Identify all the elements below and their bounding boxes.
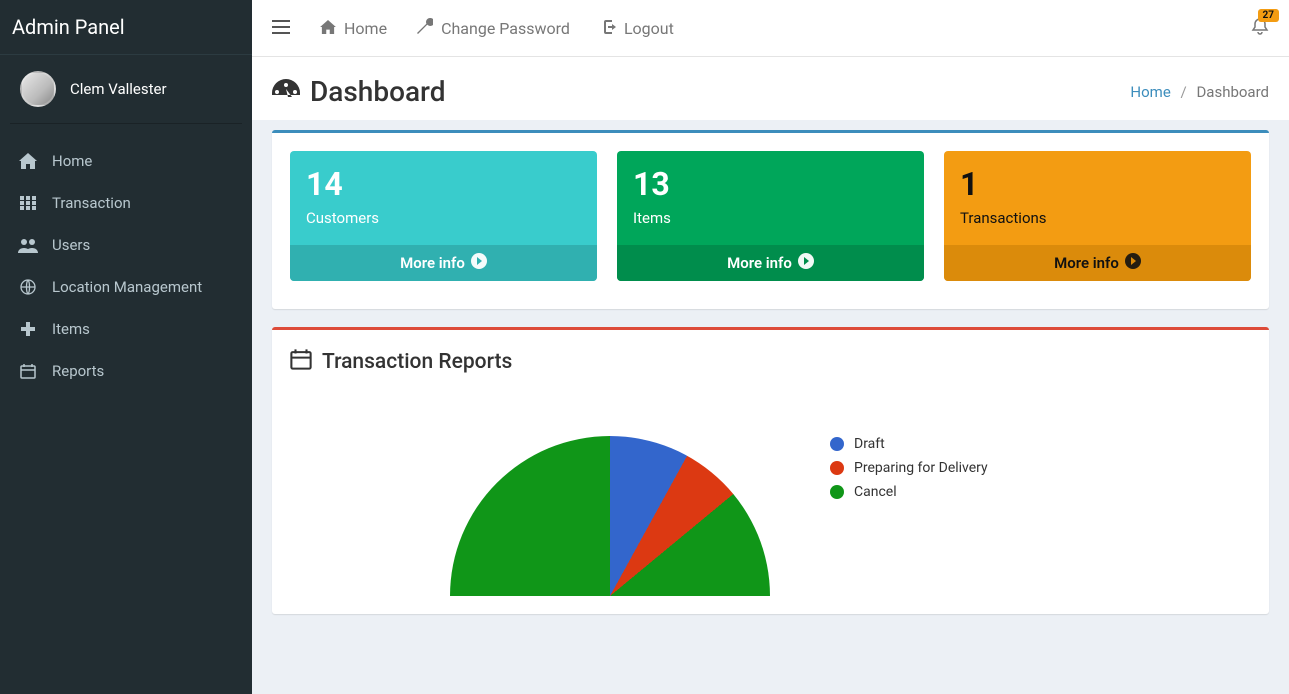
more-info-label: More info	[400, 254, 465, 272]
reports-panel: Transaction Reports Draft Preparing for D…	[272, 327, 1269, 614]
info-box-label: Items	[633, 209, 908, 227]
sidebar-item-label: Home	[52, 152, 92, 170]
grid-icon	[18, 196, 38, 210]
legend-item[interactable]: Cancel	[830, 484, 988, 500]
wrench-icon	[417, 18, 433, 38]
top-link-label: Home	[344, 19, 387, 38]
users-icon	[18, 237, 38, 253]
arrow-circle-right-icon	[471, 253, 487, 273]
more-info-link[interactable]: More info	[944, 245, 1251, 281]
brand-title: Admin Panel	[0, 0, 252, 55]
pie-chart	[450, 436, 770, 596]
globe-icon	[18, 279, 38, 295]
info-box-transactions: 1 Transactions More info	[944, 151, 1251, 281]
legend-color-dot	[830, 461, 844, 475]
user-name: Clem Vallester	[70, 80, 167, 98]
info-box-label: Transactions	[960, 209, 1235, 227]
info-box-row: 14 Customers More info 13 Items	[290, 151, 1251, 281]
sidebar-item-label: Items	[52, 320, 90, 338]
content: 14 Customers More info 13 Items	[252, 120, 1289, 652]
more-info-link[interactable]: More info	[617, 245, 924, 281]
info-box-value: 1	[960, 165, 1235, 203]
stats-panel: 14 Customers More info 13 Items	[272, 130, 1269, 309]
home-icon	[18, 153, 38, 169]
breadcrumb: Home / Dashboard	[1130, 83, 1269, 101]
sidebar-item-label: Reports	[52, 362, 104, 380]
breadcrumb-current: Dashboard	[1196, 83, 1269, 101]
more-info-label: More info	[1054, 254, 1119, 272]
arrow-circle-right-icon	[798, 253, 814, 273]
arrow-circle-right-icon	[1125, 253, 1141, 273]
sidebar-item-location[interactable]: Location Management	[0, 266, 252, 308]
top-link-label: Logout	[624, 19, 674, 38]
menu-toggle-icon[interactable]	[272, 18, 290, 39]
sidebar-item-label: Users	[52, 236, 90, 254]
sidebar-nav: Home Transaction Users Location Manageme…	[0, 134, 252, 392]
chart-legend: Draft Preparing for Delivery Cancel	[830, 436, 988, 508]
home-icon	[320, 19, 336, 38]
more-info-link[interactable]: More info	[290, 245, 597, 281]
legend-item[interactable]: Draft	[830, 436, 988, 452]
legend-label: Draft	[854, 436, 885, 452]
page-title: Dashboard	[272, 75, 445, 108]
main: Home Change Password Logout 27 Dashboard	[252, 0, 1289, 694]
sidebar-item-reports[interactable]: Reports	[0, 350, 252, 392]
info-box-label: Customers	[306, 209, 581, 227]
chart-container: Draft Preparing for Delivery Cancel	[290, 396, 1251, 596]
top-link-change-password[interactable]: Change Password	[417, 18, 570, 38]
notifications-badge: 27	[1258, 9, 1279, 22]
content-header: Dashboard Home / Dashboard	[252, 57, 1289, 120]
info-box-customers: 14 Customers More info	[290, 151, 597, 281]
top-link-label: Change Password	[441, 19, 570, 38]
notifications-button[interactable]: 27	[1251, 17, 1269, 40]
legend-item[interactable]: Preparing for Delivery	[830, 460, 988, 476]
sidebar-item-label: Transaction	[52, 194, 131, 212]
breadcrumb-home-link[interactable]: Home	[1130, 83, 1170, 101]
legend-label: Cancel	[854, 484, 897, 500]
sidebar-item-label: Location Management	[52, 278, 202, 296]
user-panel: Clem Vallester	[0, 55, 252, 123]
more-info-label: More info	[727, 254, 792, 272]
sidebar-item-items[interactable]: Items	[0, 308, 252, 350]
logout-icon	[600, 19, 616, 38]
divider	[10, 123, 242, 124]
info-box-value: 13	[633, 165, 908, 203]
breadcrumb-separator: /	[1181, 83, 1187, 101]
topbar: Home Change Password Logout 27	[252, 0, 1289, 57]
sidebar-item-users[interactable]: Users	[0, 224, 252, 266]
calendar-icon	[290, 348, 312, 376]
section-title-text: Transaction Reports	[322, 350, 512, 374]
bell-icon	[1251, 19, 1269, 40]
calendar-icon	[18, 363, 38, 379]
section-title: Transaction Reports	[290, 348, 1251, 376]
page-title-text: Dashboard	[310, 75, 445, 108]
avatar[interactable]	[20, 71, 56, 107]
top-link-logout[interactable]: Logout	[600, 19, 674, 38]
legend-label: Preparing for Delivery	[854, 460, 988, 476]
info-box-value: 14	[306, 165, 581, 203]
sidebar-item-transaction[interactable]: Transaction	[0, 182, 252, 224]
info-box-items: 13 Items More info	[617, 151, 924, 281]
sidebar-item-home[interactable]: Home	[0, 140, 252, 182]
dashboard-icon	[272, 75, 300, 108]
legend-color-dot	[830, 437, 844, 451]
legend-color-dot	[830, 485, 844, 499]
sidebar: Admin Panel Clem Vallester Home Transact…	[0, 0, 252, 694]
top-link-home[interactable]: Home	[320, 19, 387, 38]
plus-icon	[18, 322, 38, 336]
